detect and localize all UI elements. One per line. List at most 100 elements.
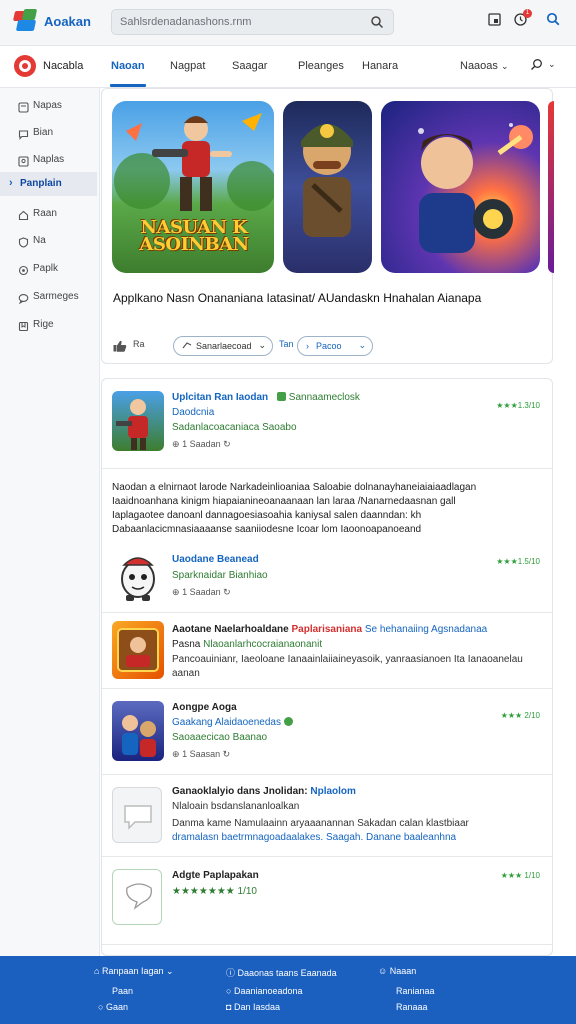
home-icon [18,208,29,221]
footer-link-label: Daaonas taans Eaanada [237,968,337,978]
item-subtitle: Sparknaidar Bianhiao [172,570,268,581]
game-art-3[interactable] [381,101,540,273]
top-app-bar: Aoakan Sahlsrdenadanashons.rnm 1 [0,0,576,46]
item-title-highlight: Nplaolom [310,786,356,797]
thumbs-up-icon[interactable] [113,339,127,357]
item-title[interactable]: Ganaoklalyio dans Jnolidan: Nplaolom [172,785,356,798]
item-subtitle-prefix: Pasna [172,639,201,650]
item-subtitle: Nlaloain bsdanslananloalkan [172,801,300,812]
more-menu[interactable]: Naaoas ⌄ [460,60,509,72]
check-badge-icon [277,392,286,401]
featured-title[interactable]: Applkano Nasn Onananiana Iatasinat/ AUan… [113,291,543,306]
item-subtitle-highlight: Nlaoanlarhcocraianaonanit [203,639,323,650]
check-badge-icon [283,717,293,726]
sidebar-item-paplk[interactable]: Paplk [0,257,97,281]
chevron-down-icon[interactable]: ⌄ [548,59,556,70]
brand-logo-icon[interactable] [14,55,36,77]
item-title-part: Aaotane Naelarhoaldane [172,624,289,635]
nav-bar: Nacabla Naoan Nagpat Saagar Pleanges Han… [0,46,576,88]
list-item[interactable]: Aaotane Naelarhoaldane Paplarisaniana Se… [102,613,552,689]
sidebar-item-rige[interactable]: Rige [0,313,97,337]
sidebar-item-label: Rige [33,319,54,330]
game-art-2[interactable] [283,101,372,273]
item-meta: ⊕ 1 Saadan ↻ [172,439,231,450]
paragraph-line: Iaaidnoanhana kinigm hiapaianineoanaanaa… [112,496,456,507]
window-icon[interactable] [488,13,501,31]
item-subtitle: Daodcnia [172,407,215,418]
item-title[interactable]: Aongpe Aoga [172,701,237,714]
item-description: Danma kame Namulaainn aryaaanannan Sakad… [172,818,469,829]
time-icon: ⊕ [172,587,180,597]
search-icon[interactable] [530,58,543,74]
footer-link[interactable]: ⌂ Ranpaan Iagan ⌄ [94,966,174,977]
list-item[interactable]: Adgte Paplapakan ★★★★★★★ 1/10 ★★★ 1/10 [102,857,552,945]
arrow-icon: › [306,341,309,351]
search-input[interactable]: Sahlsrdenadanashons.rnm [111,9,394,35]
item-meta-label: 1 Saasan [182,749,221,759]
second-dropdown[interactable]: › Pacoo ⌄ [297,336,373,356]
game-thumbnail[interactable] [112,391,164,451]
sidebar-item-na[interactable]: Na [0,229,97,253]
list-item[interactable]: Aongpe Aoga Gaakang Alaidaoenedas Saoaae… [102,689,552,775]
filter-dropdown[interactable]: Sanarlaecoad ⌄ [173,336,273,356]
item-subtitle: Gaakang Alaidaoenedas [172,716,293,729]
search-icon[interactable] [370,15,384,34]
game-thumbnail[interactable] [112,701,164,761]
sidebar-item-label: Raan [33,208,57,219]
footer-link[interactable]: ○ Daanianoeadona [226,986,303,996]
item-title[interactable]: Uaodane Beanead [172,553,259,566]
item-title[interactable]: Aaotane Naelarhoaldane Paplarisaniana Se… [172,623,487,636]
game-thumbnail[interactable] [112,621,164,679]
placeholder-thumbnail[interactable] [112,787,162,843]
item-title[interactable]: Uplcitan Ran Iaodan [172,391,268,404]
sidebar-item-naplas[interactable]: Naplas [0,148,97,172]
item-title-part: Ganaoklalyio dans Jnolidan: [172,786,308,797]
item-paragraph: Naodan a elnirnaot larode Narkadeinlioan… [112,481,542,537]
item-rating: ★★★ 1/10 [500,871,540,880]
footer-link[interactable]: Ranianaa [396,986,435,996]
more-label: Naaoas [460,60,498,72]
link-icon: ↻ [222,749,231,759]
nav-brand[interactable]: Nacabla [43,60,83,72]
tab-nagpat[interactable]: Nagpat [170,60,205,72]
list-item[interactable]: Naodan a elnirnaot larode Narkadeinlioan… [102,469,552,613]
sidebar-item-bian[interactable]: Bian [0,121,97,145]
footer-link[interactable]: ☺ Naaan [378,966,416,976]
game-art-4-partial[interactable] [548,101,554,273]
tab-hanara[interactable]: Hanara [362,60,398,72]
item-meta: ⊕ 1 Saasan ↻ [172,749,230,760]
footer-link-label: Dan Iasdaa [233,1002,280,1012]
game-art-title: NASUAN K ASOINBAN [139,217,249,255]
tab-saagar[interactable]: Saagar [232,60,267,72]
footer-link[interactable]: Paan [112,986,133,996]
footer-link[interactable]: ◘ Dan Iasdaa [226,1002,280,1012]
second-dropdown-label: Pacoo [316,341,342,351]
footer-link[interactable]: Ranaaa [396,1002,428,1012]
mascot-thumbnail[interactable] [112,547,164,603]
lock-icon: ◘ [226,1002,232,1012]
list-item[interactable]: Ganaoklalyio dans Jnolidan: Nplaolom Nla… [102,775,552,857]
sidebar-item-panplain[interactable]: › Panplain [0,172,97,196]
footer-link[interactable]: ⓘ Daaonas taans Eaanada [226,966,337,979]
search-icon[interactable] [546,12,560,31]
item-title[interactable]: Adgte Paplapakan [172,869,259,882]
filter-short[interactable]: Tan [279,339,294,349]
game-art-1[interactable]: NASUAN K ASOINBAN [112,101,274,273]
sidebar-item-napas[interactable]: Napas [0,94,97,118]
featured-card: NASUAN K ASOINBAN Applkano Nasn Onanania… [101,88,554,364]
sidebar-item-label: Naplas [33,154,65,165]
app-title[interactable]: Aoakan [44,14,91,29]
tab-naoan[interactable]: Naoan [111,60,145,72]
footer-link[interactable]: ○ Gaan [98,1002,128,1012]
tab-pleanges[interactable]: Pleanges [298,60,344,72]
item-rating: ★★★1.5/10 [496,557,540,566]
placeholder-thumbnail[interactable] [112,869,162,925]
app-logo-icon[interactable] [12,9,38,33]
shield-icon [18,235,29,248]
sidebar-item-raan[interactable]: Raan [0,202,97,226]
sidebar-item-label: Sarmeges [33,291,79,302]
chevron-down-icon: ⌄ [500,61,509,71]
list-item[interactable]: Uplcitan Ran Iaodan Sannaameclosk Daodcn… [102,379,552,469]
sidebar-item-sarmeges[interactable]: Sarmeges [0,285,97,309]
item-meta-label: 1 Saadan [182,587,221,597]
